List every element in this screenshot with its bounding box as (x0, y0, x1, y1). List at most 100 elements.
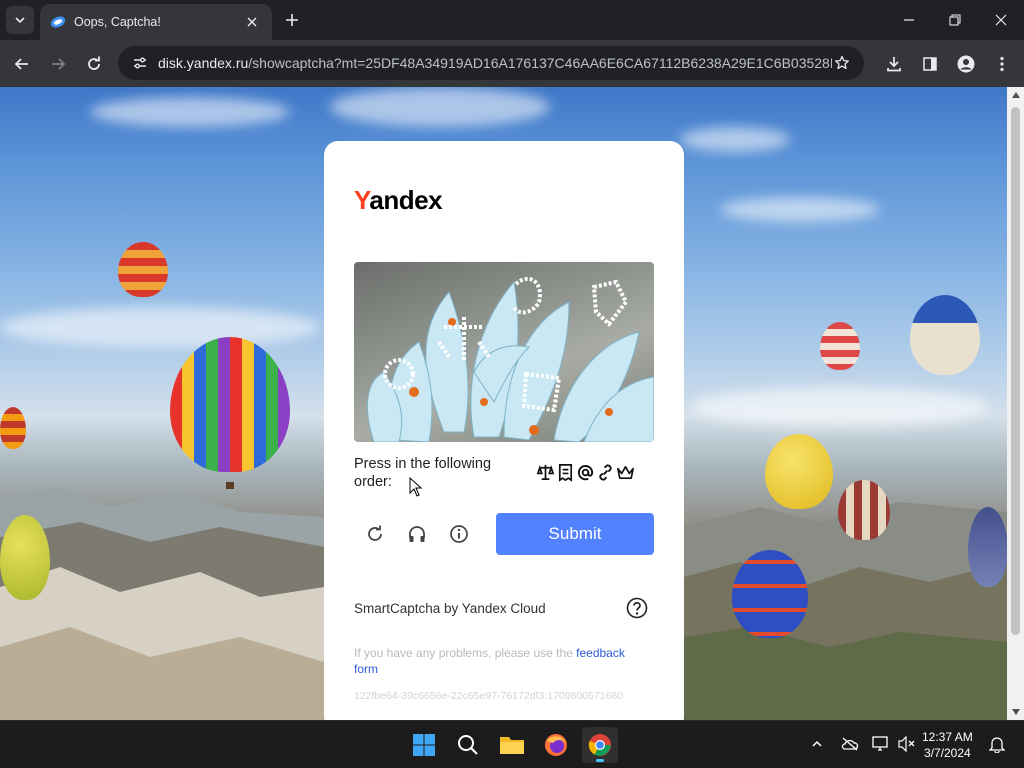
windows-start-icon (413, 734, 435, 756)
cloud (90, 97, 290, 127)
cloud (0, 307, 320, 347)
plus-icon (286, 14, 298, 26)
link-icon (599, 464, 612, 481)
minimize-button[interactable] (886, 0, 932, 40)
folder-icon (500, 737, 524, 754)
cloud-off-icon (841, 737, 859, 751)
bell-icon (989, 737, 1005, 753)
bookmark-button[interactable] (832, 53, 852, 73)
chevron-down-icon (15, 17, 25, 24)
logo-letter-y: Y (354, 185, 370, 215)
download-icon (887, 57, 901, 72)
windows-taskbar: 12:37 AM 3/7/2024 (0, 720, 1024, 768)
page-scrollbar[interactable] (1007, 87, 1024, 720)
browser-toolbar: disk.yandex.ru/showcaptcha?mt=25DF48A349… (0, 40, 1024, 87)
captcha-info-button[interactable] (446, 521, 472, 547)
scroll-thumb[interactable] (1011, 107, 1020, 635)
close-window-button[interactable] (978, 0, 1024, 40)
taskbar-search-button[interactable] (450, 727, 486, 763)
captcha-instruction: Press in the following order: (354, 456, 492, 490)
hot-air-balloon (732, 550, 808, 638)
search-icon (458, 735, 478, 755)
feedback-prefix: If you have any problems, please use the (354, 646, 577, 660)
scroll-up-button[interactable] (1007, 87, 1024, 103)
feedback-text: If you have any problems, please use the… (354, 645, 644, 677)
notifications-button[interactable] (986, 733, 1008, 755)
menu-button[interactable] (988, 50, 1016, 78)
sound-tray-button[interactable] (896, 733, 918, 755)
show-hidden-icons-button[interactable] (806, 733, 828, 755)
minimize-icon (904, 19, 914, 21)
star-icon (835, 55, 849, 70)
clock-time: 12:37 AM (922, 730, 973, 744)
request-id: 122fbe64-39c6656e-22c65e97-76172df3:1709… (354, 690, 624, 702)
refresh-captcha-button[interactable] (362, 521, 388, 547)
speaker-muted-icon (898, 736, 915, 752)
audio-captcha-button[interactable] (404, 521, 430, 547)
balloon-basket (226, 482, 234, 489)
tab-active[interactable]: Oops, Captcha! (40, 4, 272, 40)
back-button[interactable] (8, 50, 36, 78)
file-explorer-button[interactable] (494, 727, 530, 763)
captcha-order-icons (536, 463, 635, 482)
mouse-cursor-icon (409, 477, 423, 497)
triangle-down-icon (1011, 709, 1020, 715)
firefox-button[interactable] (538, 727, 574, 763)
close-icon (995, 14, 1007, 26)
reload-button[interactable] (80, 50, 108, 78)
tab-search-button[interactable] (6, 6, 34, 34)
start-button[interactable] (406, 727, 442, 763)
info-icon (450, 525, 468, 543)
hot-air-balloon (170, 337, 290, 472)
network-disconnected-icon (872, 736, 888, 751)
arrow-right-icon (52, 58, 66, 70)
tab-close-button[interactable] (242, 12, 262, 32)
tune-icon (134, 57, 146, 69)
restore-button[interactable] (932, 0, 978, 40)
close-icon (247, 17, 257, 27)
scales-icon (536, 464, 555, 481)
help-button[interactable] (626, 597, 648, 619)
hot-air-balloon (0, 407, 26, 449)
cloud (680, 127, 790, 152)
network-tray-button[interactable] (870, 733, 892, 755)
scroll-down-button[interactable] (1007, 704, 1024, 720)
profile-button[interactable] (952, 50, 980, 78)
hot-air-balloon (765, 434, 833, 509)
at-sign-icon (577, 465, 594, 481)
triangle-up-icon (1011, 92, 1020, 98)
more-vert-icon (1000, 56, 1004, 72)
submit-button[interactable]: Submit (496, 513, 654, 555)
new-tab-button[interactable] (280, 8, 304, 32)
address-bar[interactable]: disk.yandex.ru/showcaptcha?mt=25DF48A349… (118, 46, 864, 80)
downloads-button[interactable] (880, 50, 908, 78)
logo-text: andex (369, 185, 443, 215)
restore-icon (949, 14, 961, 26)
chrome-icon (588, 734, 611, 756)
receipt-icon (558, 464, 573, 482)
captcha-image[interactable] (354, 262, 654, 442)
crown-icon (617, 465, 634, 480)
side-panel-icon (923, 57, 937, 71)
captcha-picture (366, 276, 654, 442)
url-text: disk.yandex.ru/showcaptcha?mt=25DF48A349… (158, 55, 832, 71)
hot-air-balloon (910, 295, 980, 375)
hot-air-balloon (820, 322, 860, 370)
system-clock[interactable]: 12:37 AM 3/7/2024 (922, 729, 973, 761)
forward-button[interactable] (44, 50, 72, 78)
side-panel-button[interactable] (916, 50, 944, 78)
url-path: /showcaptcha?mt=25DF48A34919AD16A176137C… (248, 55, 832, 71)
site-settings-button[interactable] (130, 53, 150, 73)
cloud (690, 387, 990, 427)
profile-icon (957, 55, 975, 73)
question-icon (626, 597, 648, 619)
hot-air-balloon (838, 480, 890, 540)
hot-air-balloon (0, 515, 50, 600)
firefox-icon (545, 734, 567, 756)
yandex-disk-favicon-icon (50, 16, 66, 28)
hot-air-balloon (118, 242, 168, 297)
chrome-button[interactable] (582, 727, 618, 763)
arrow-left-icon (14, 58, 28, 70)
reload-icon (88, 56, 100, 70)
onedrive-tray-button[interactable] (839, 733, 861, 755)
